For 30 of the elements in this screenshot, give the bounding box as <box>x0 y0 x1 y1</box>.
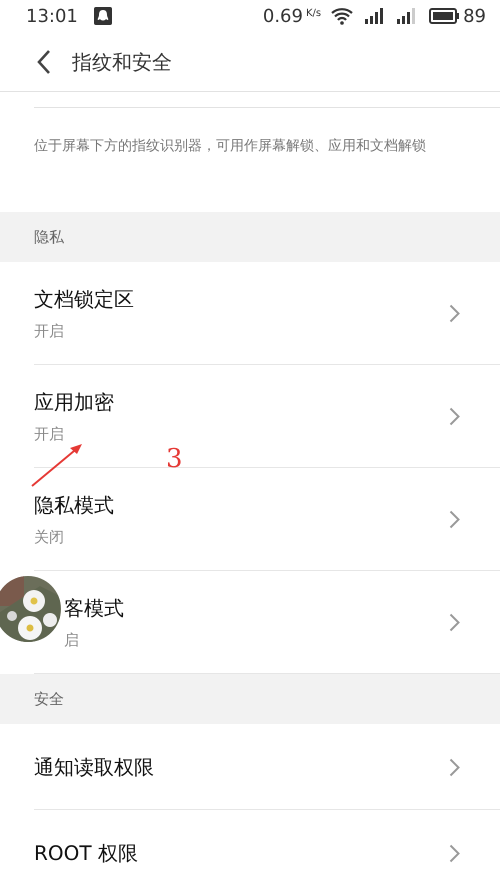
row-status: 开启 <box>34 424 64 446</box>
row-status: 关闭 <box>34 527 64 548</box>
row-status: 启 <box>64 630 79 652</box>
network-speed: 0.69 <box>262 4 303 28</box>
battery-level: 89 <box>463 4 486 28</box>
chevron-icon[interactable] <box>449 758 460 776</box>
speed-unit: K/s <box>306 7 322 21</box>
chevron-icon[interactable] <box>449 613 460 632</box>
row-title: 客模式 <box>64 595 124 622</box>
annotation-arrow <box>30 442 84 488</box>
row-title: ROOT 权限 <box>34 840 138 867</box>
section-header: 安全 <box>34 688 64 710</box>
notification-icon <box>94 7 112 25</box>
row-title: 通知读取权限 <box>34 754 154 781</box>
row-title: 隐私模式 <box>34 492 114 520</box>
page-title: 指纹和安全 <box>72 48 172 76</box>
annotation-label: 3 <box>166 443 183 476</box>
wifi-icon <box>331 7 354 25</box>
row-status: 开启 <box>34 321 64 342</box>
clock: 13:01 <box>26 4 78 28</box>
row-title: 应用加密 <box>34 389 114 416</box>
row-title: 文档锁定区 <box>34 286 134 314</box>
chevron-icon[interactable] <box>449 407 460 426</box>
chevron-icon[interactable] <box>449 304 460 323</box>
chevron-icon[interactable] <box>449 844 460 862</box>
description-text: 位于屏幕下方的指纹识别器，可用作屏幕解锁、应用和文档解锁 <box>33 137 427 156</box>
section-header: 隐私 <box>34 226 64 248</box>
back-icon[interactable] <box>36 48 52 74</box>
chevron-icon[interactable] <box>449 510 460 529</box>
battery-icon <box>429 8 460 24</box>
